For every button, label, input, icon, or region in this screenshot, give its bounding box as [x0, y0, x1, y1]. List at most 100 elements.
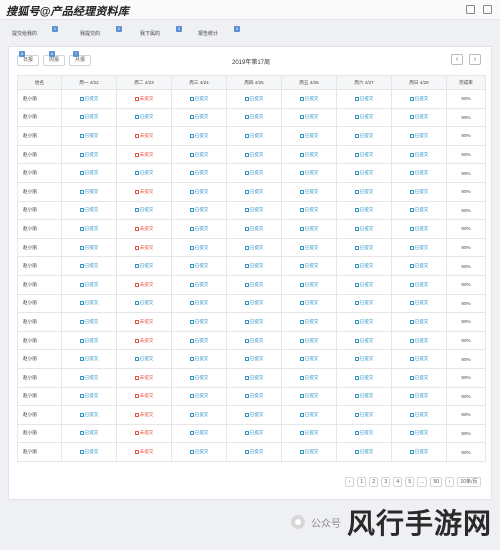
day-status-cell[interactable]: 已提交 [391, 274, 447, 295]
day-status-cell[interactable]: 已提交 [336, 442, 392, 462]
day-status-cell[interactable]: 已提交 [61, 442, 117, 462]
day-status-cell[interactable]: 已提交 [226, 163, 282, 183]
day-status-cell[interactable]: 已提交 [171, 386, 227, 407]
tab-report-stats[interactable]: 报告统计 4 [198, 26, 240, 37]
day-status-cell[interactable]: 已提交 [116, 293, 172, 314]
day-status-cell[interactable]: 已提交 [226, 181, 282, 202]
day-status-cell[interactable]: 已提交 [336, 144, 392, 165]
day-status-cell[interactable]: 已提交 [336, 274, 392, 295]
day-status-cell[interactable]: 已提交 [226, 349, 282, 369]
day-status-cell[interactable]: 已提交 [281, 312, 337, 332]
day-status-cell[interactable]: 已提交 [391, 200, 447, 221]
day-status-cell[interactable]: 已提交 [336, 219, 392, 239]
day-status-cell[interactable]: 已提交 [336, 256, 392, 276]
previous-week-button[interactable]: ‹ [451, 54, 463, 65]
day-status-cell[interactable]: 已提交 [171, 200, 227, 221]
day-status-cell[interactable]: 已提交 [226, 367, 282, 388]
page-button[interactable]: 5 [405, 477, 415, 487]
day-status-cell[interactable]: 已提交 [171, 107, 227, 128]
day-status-cell[interactable]: 已提交 [281, 274, 337, 295]
day-status-cell[interactable]: 已提交 [336, 237, 392, 258]
day-status-cell[interactable]: 已提交 [116, 256, 172, 276]
day-status-cell[interactable]: 已提交 [171, 126, 227, 146]
day-status-cell[interactable]: 已提交 [226, 386, 282, 407]
day-status-cell[interactable]: 已提交 [171, 423, 227, 444]
day-status-cell[interactable]: 已提交 [281, 349, 337, 369]
day-status-cell[interactable]: 已提交 [61, 144, 117, 165]
day-status-cell[interactable]: 已提交 [281, 293, 337, 314]
day-status-cell[interactable]: 已提交 [391, 237, 447, 258]
day-status-cell[interactable]: 未提交 [116, 144, 172, 165]
day-status-cell[interactable]: 已提交 [61, 423, 117, 444]
day-status-cell[interactable]: 已提交 [171, 367, 227, 388]
tab-my-submissions[interactable]: 我提交的 2 [80, 26, 122, 37]
day-status-cell[interactable]: 未提交 [116, 312, 172, 332]
day-status-cell[interactable]: 已提交 [336, 423, 392, 444]
day-status-cell[interactable]: 已提交 [336, 163, 392, 183]
day-status-cell[interactable]: 未提交 [116, 405, 172, 425]
day-status-cell[interactable]: 已提交 [281, 126, 337, 146]
day-status-cell[interactable]: 已提交 [171, 330, 227, 351]
day-status-cell[interactable]: 已提交 [336, 107, 392, 128]
day-status-cell[interactable]: 已提交 [391, 256, 447, 276]
day-status-cell[interactable]: 已提交 [281, 256, 337, 276]
day-status-cell[interactable]: 已提交 [61, 163, 117, 183]
day-status-cell[interactable]: 已提交 [391, 293, 447, 314]
day-status-cell[interactable]: 未提交 [116, 386, 172, 407]
day-status-cell[interactable]: 已提交 [281, 200, 337, 221]
day-status-cell[interactable]: 已提交 [226, 423, 282, 444]
day-status-cell[interactable]: 已提交 [336, 312, 392, 332]
page-button[interactable]: 3 [381, 477, 391, 487]
day-status-cell[interactable]: 未提交 [116, 367, 172, 388]
day-status-cell[interactable]: 已提交 [336, 126, 392, 146]
day-status-cell[interactable]: 已提交 [281, 89, 337, 109]
day-status-cell[interactable]: 已提交 [281, 237, 337, 258]
day-status-cell[interactable]: 已提交 [61, 126, 117, 146]
day-status-cell[interactable]: 已提交 [281, 219, 337, 239]
day-status-cell[interactable]: 已提交 [61, 237, 117, 258]
day-status-cell[interactable]: 已提交 [336, 349, 392, 369]
window-minimize-icon[interactable] [466, 5, 475, 14]
day-status-cell[interactable]: 已提交 [171, 312, 227, 332]
day-status-cell[interactable]: 已提交 [61, 107, 117, 128]
window-maximize-icon[interactable] [483, 5, 492, 14]
day-status-cell[interactable]: 已提交 [171, 163, 227, 183]
day-status-cell[interactable]: 未提交 [116, 181, 172, 202]
day-status-cell[interactable]: 已提交 [226, 293, 282, 314]
day-status-cell[interactable]: 已提交 [281, 181, 337, 202]
day-status-cell[interactable]: 已提交 [281, 405, 337, 425]
day-status-cell[interactable]: 已提交 [281, 107, 337, 128]
day-status-cell[interactable]: 已提交 [226, 200, 282, 221]
page-size-select[interactable]: 10条/页 [457, 477, 481, 487]
day-status-cell[interactable]: 已提交 [171, 89, 227, 109]
day-status-cell[interactable]: 已提交 [336, 386, 392, 407]
day-status-cell[interactable]: 已提交 [281, 423, 337, 444]
day-status-cell[interactable]: 已提交 [61, 274, 117, 295]
day-status-cell[interactable]: 已提交 [226, 237, 282, 258]
day-status-cell[interactable]: 已提交 [391, 163, 447, 183]
day-status-cell[interactable]: 已提交 [391, 386, 447, 407]
day-status-cell[interactable]: 已提交 [171, 293, 227, 314]
day-status-cell[interactable]: 已提交 [226, 107, 282, 128]
day-status-cell[interactable]: 已提交 [281, 330, 337, 351]
day-status-cell[interactable]: 未提交 [116, 219, 172, 239]
tab-submitted-to-me[interactable]: 提交给我的 1 [12, 26, 58, 37]
day-status-cell[interactable]: 已提交 [336, 293, 392, 314]
day-status-cell[interactable]: 已提交 [61, 293, 117, 314]
day-status-cell[interactable]: 已提交 [226, 219, 282, 239]
day-status-cell[interactable]: 已提交 [61, 256, 117, 276]
day-status-cell[interactable]: 已提交 [61, 330, 117, 351]
page-button[interactable]: 4 [393, 477, 403, 487]
day-status-cell[interactable]: 已提交 [281, 386, 337, 407]
day-status-cell[interactable]: 已提交 [116, 107, 172, 128]
day-status-cell[interactable]: 已提交 [391, 312, 447, 332]
day-status-cell[interactable]: 已提交 [171, 256, 227, 276]
day-status-cell[interactable]: 已提交 [171, 405, 227, 425]
day-status-cell[interactable]: 已提交 [336, 181, 392, 202]
day-status-cell[interactable]: 已提交 [116, 163, 172, 183]
day-status-cell[interactable]: 已提交 [391, 181, 447, 202]
day-status-cell[interactable]: 已提交 [336, 200, 392, 221]
day-status-cell[interactable]: 已提交 [226, 126, 282, 146]
day-status-cell[interactable]: 已提交 [336, 330, 392, 351]
page-button[interactable]: 1 [357, 477, 367, 487]
